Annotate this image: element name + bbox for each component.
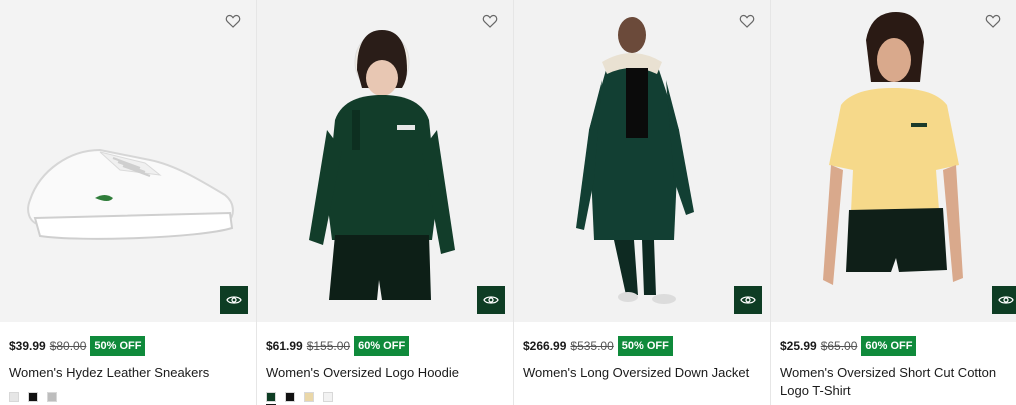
product-image[interactable] (514, 0, 770, 322)
product-info: $39.99 $80.00 50% OFF Women's Hydez Leat… (0, 322, 256, 402)
quick-view-button[interactable] (734, 286, 762, 314)
eye-icon (998, 296, 1014, 304)
quick-view-button[interactable] (220, 286, 248, 314)
product-info: $25.99 $65.00 60% OFF Women's Oversized … (771, 322, 1016, 400)
sale-price: $25.99 (780, 339, 817, 353)
color-swatch[interactable] (28, 392, 38, 402)
product-name[interactable]: Women's Hydez Leather Sneakers (9, 364, 256, 382)
product-name[interactable]: Women's Long Oversized Down Jacket (523, 364, 770, 382)
sale-price: $266.99 (523, 339, 567, 353)
product-name[interactable]: Women's Oversized Logo Hoodie (266, 364, 513, 382)
tshirt-model-illustration (823, 12, 963, 285)
quick-view-button[interactable] (992, 286, 1016, 314)
heart-outline-icon[interactable] (224, 12, 242, 30)
eye-icon (483, 296, 499, 304)
product-info: $61.99 $155.00 60% OFF Women's Oversized… (257, 322, 513, 405)
color-swatch[interactable] (266, 392, 276, 405)
product-image[interactable] (257, 0, 513, 322)
jacket-model-illustration (576, 17, 694, 304)
color-swatches (9, 392, 256, 402)
price-row: $61.99 $155.00 60% OFF (266, 336, 513, 356)
quick-view-button[interactable] (477, 286, 505, 314)
color-swatch[interactable] (323, 392, 333, 402)
original-price: $155.00 (306, 339, 351, 353)
original-price: $535.00 (570, 339, 614, 353)
color-swatch[interactable] (285, 392, 295, 402)
original-price: $65.00 (820, 339, 858, 353)
sale-price: $39.99 (9, 339, 46, 353)
product-grid: $39.99 $80.00 50% OFF Women's Hydez Leat… (0, 0, 1016, 405)
heart-outline-icon[interactable] (738, 12, 756, 30)
price-row: $25.99 $65.00 60% OFF (780, 336, 1016, 356)
color-swatches (266, 392, 513, 405)
product-card[interactable]: $61.99 $155.00 60% OFF Women's Oversized… (257, 0, 514, 405)
price-row: $39.99 $80.00 50% OFF (9, 336, 256, 356)
heart-outline-icon[interactable] (984, 12, 1002, 30)
sneaker-illustration (27, 148, 234, 240)
eye-icon (226, 296, 242, 304)
product-image[interactable] (0, 0, 256, 322)
eye-icon (740, 296, 756, 304)
product-image[interactable] (771, 0, 1016, 322)
discount-badge: 50% OFF (617, 336, 673, 356)
hoodie-model-illustration (309, 30, 455, 300)
sale-price: $61.99 (266, 339, 303, 353)
product-info: $266.99 $535.00 50% OFF Women's Long Ove… (514, 322, 770, 382)
color-swatch[interactable] (47, 392, 57, 402)
color-swatch[interactable] (9, 392, 19, 402)
original-price: $80.00 (49, 339, 87, 353)
product-card[interactable]: $25.99 $65.00 60% OFF Women's Oversized … (771, 0, 1016, 405)
discount-badge: 60% OFF (354, 336, 410, 356)
color-swatch[interactable] (304, 392, 314, 402)
heart-outline-icon[interactable] (481, 12, 499, 30)
discount-badge: 50% OFF (90, 336, 146, 356)
discount-badge: 60% OFF (861, 336, 917, 356)
product-name[interactable]: Women's Oversized Short Cut Cotton Logo … (780, 364, 1016, 400)
price-row: $266.99 $535.00 50% OFF (523, 336, 770, 356)
product-card[interactable]: $266.99 $535.00 50% OFF Women's Long Ove… (514, 0, 771, 405)
product-card[interactable]: $39.99 $80.00 50% OFF Women's Hydez Leat… (0, 0, 257, 405)
